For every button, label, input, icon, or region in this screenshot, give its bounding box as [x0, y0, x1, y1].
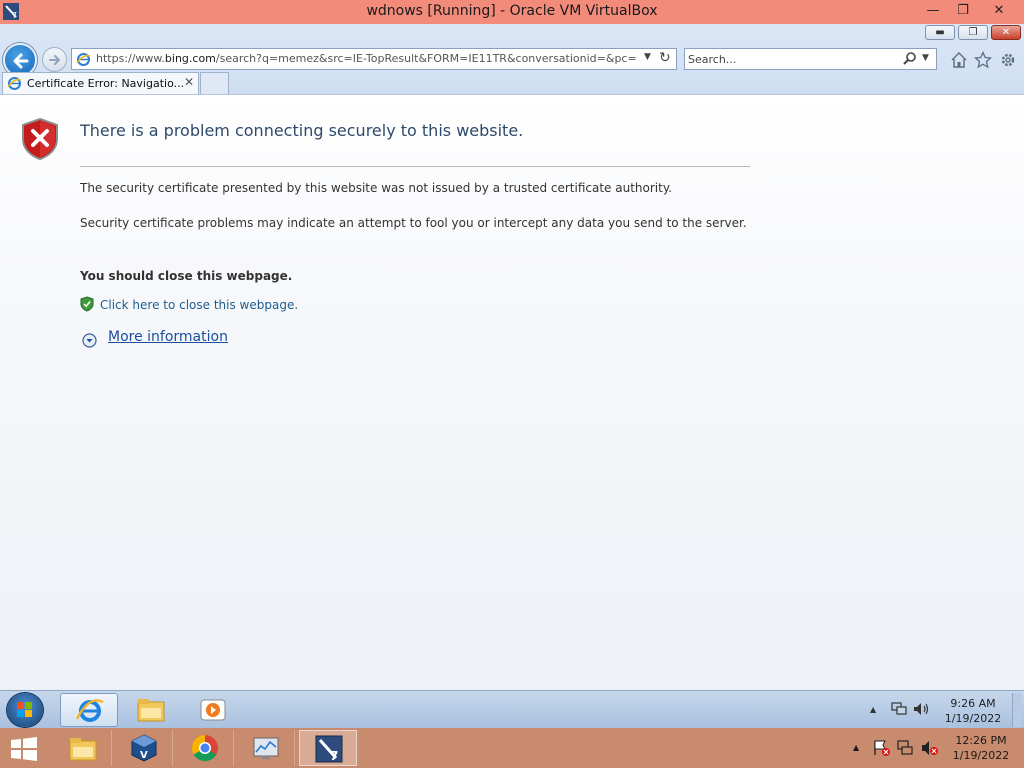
recommendation-text: You should close this webpage. — [80, 269, 293, 283]
search-input[interactable] — [688, 51, 888, 67]
taskbar-internet-explorer[interactable] — [60, 693, 118, 727]
page-content: There is a problem connecting securely t… — [0, 94, 1024, 690]
tab-close-icon[interactable]: ✕ — [184, 75, 194, 89]
minimize-button[interactable]: — — [918, 0, 948, 22]
media-player-icon — [200, 699, 226, 721]
host-time: 12:26 PM — [955, 734, 1007, 747]
guest-tray-expand-icon[interactable]: ▲ — [870, 705, 876, 714]
tab-label: Certificate Error: Navigatio... — [27, 77, 185, 90]
flag-warning-icon[interactable] — [873, 740, 891, 759]
guest-time: 9:26 AM — [950, 697, 996, 710]
ie-close-button[interactable]: ✕ — [991, 25, 1021, 40]
tools-gear-icon[interactable] — [999, 51, 1017, 69]
internet-explorer-window: ▬ ❐ ✕ https://www.bing.com/search?q=meme… — [0, 24, 1024, 690]
green-shield-icon — [80, 296, 94, 315]
host-start-button[interactable] — [10, 737, 38, 764]
expand-chevron-icon[interactable] — [82, 333, 97, 351]
guest-date: 1/19/2022 — [944, 712, 1002, 725]
taskbar-file-explorer[interactable] — [122, 693, 180, 727]
search-dropdown-icon[interactable]: ▼ — [922, 53, 929, 63]
host-tray-expand-icon[interactable]: ▲ — [853, 743, 859, 752]
file-explorer-icon — [137, 699, 165, 722]
address-dropdown-icon[interactable]: ▼ — [644, 52, 651, 62]
host-taskbar-resource-monitor[interactable] — [237, 730, 295, 766]
guest-clock[interactable]: 9:26 AM 1/19/2022 — [940, 696, 1006, 726]
taskbar-media-player[interactable] — [184, 693, 242, 727]
more-information-link[interactable]: More information — [108, 329, 228, 345]
virtualbox-titlebar: 7 wdnows [Running] - Oracle VM VirtualBo… — [0, 0, 1024, 24]
show-desktop-button[interactable] — [1012, 693, 1022, 727]
restore-button[interactable]: ❐ — [948, 0, 978, 22]
host-taskbar-virtualbox-vm[interactable]: 7 — [299, 730, 357, 766]
host-date: 1/19/2022 — [952, 749, 1010, 762]
address-bar[interactable]: https://www.bing.com/search?q=memez&src=… — [71, 48, 677, 70]
ie-tab-icon — [7, 76, 22, 94]
error-title: There is a problem connecting securely t… — [80, 121, 524, 140]
svg-text:7: 7 — [330, 749, 338, 763]
internet-explorer-icon — [75, 699, 104, 722]
search-icon[interactable] — [903, 51, 917, 68]
chrome-icon — [191, 734, 218, 762]
svg-text:V: V — [140, 750, 148, 761]
refresh-icon[interactable]: ↻ — [659, 50, 671, 66]
home-icon[interactable] — [950, 51, 968, 69]
close-button[interactable]: ✕ — [984, 0, 1014, 22]
file-explorer-icon — [69, 738, 97, 761]
error-warning: Security certificate problems may indica… — [80, 216, 747, 230]
volume-icon[interactable] — [913, 702, 931, 719]
host-clock[interactable]: 12:26 PM 1/19/2022 — [948, 733, 1014, 763]
error-shield-icon — [20, 117, 60, 164]
forward-button[interactable] — [42, 47, 67, 72]
virtualbox-icon: V — [131, 734, 157, 762]
ie-page-icon — [76, 52, 91, 67]
resource-monitor-icon — [253, 737, 279, 759]
forward-arrow-icon — [49, 55, 60, 65]
guest-start-button[interactable] — [7, 693, 43, 727]
search-box[interactable]: ▼ — [684, 48, 937, 70]
ie-restore-button[interactable]: ❐ — [958, 25, 988, 40]
new-tab-button[interactable] — [200, 72, 229, 94]
host-taskbar: V 7 ▲ 12:26 PM 1/19/2022 — [0, 728, 1024, 768]
windows-logo-icon — [11, 737, 37, 761]
error-description: The security certificate presented by th… — [80, 181, 673, 195]
close-webpage-link[interactable]: Click here to close this webpage. — [100, 298, 298, 312]
back-arrow-icon — [13, 53, 29, 69]
network-icon[interactable] — [891, 702, 907, 719]
virtualbox-vm-icon: 7 — [315, 735, 343, 763]
guest-taskbar: ▲ 9:26 AM 1/19/2022 — [0, 690, 1024, 728]
favorites-star-icon[interactable] — [973, 50, 993, 69]
address-url[interactable]: https://www.bing.com/search?q=memez&src=… — [96, 52, 636, 65]
ie-minimize-button[interactable]: ▬ — [925, 25, 955, 40]
host-taskbar-virtualbox[interactable]: V — [115, 730, 173, 766]
host-taskbar-chrome[interactable] — [176, 730, 234, 766]
host-network-icon[interactable] — [897, 740, 915, 759]
divider — [80, 166, 750, 167]
host-volume-muted-icon[interactable] — [921, 740, 939, 759]
tab-row: Certificate Error: Navigatio... ✕ — [0, 72, 1024, 94]
windows-logo-icon — [17, 702, 32, 717]
host-taskbar-file-explorer[interactable] — [54, 730, 112, 766]
tab-certificate-error[interactable]: Certificate Error: Navigatio... ✕ — [2, 72, 199, 94]
window-title: wdnows [Running] - Oracle VM VirtualBox — [366, 3, 658, 19]
